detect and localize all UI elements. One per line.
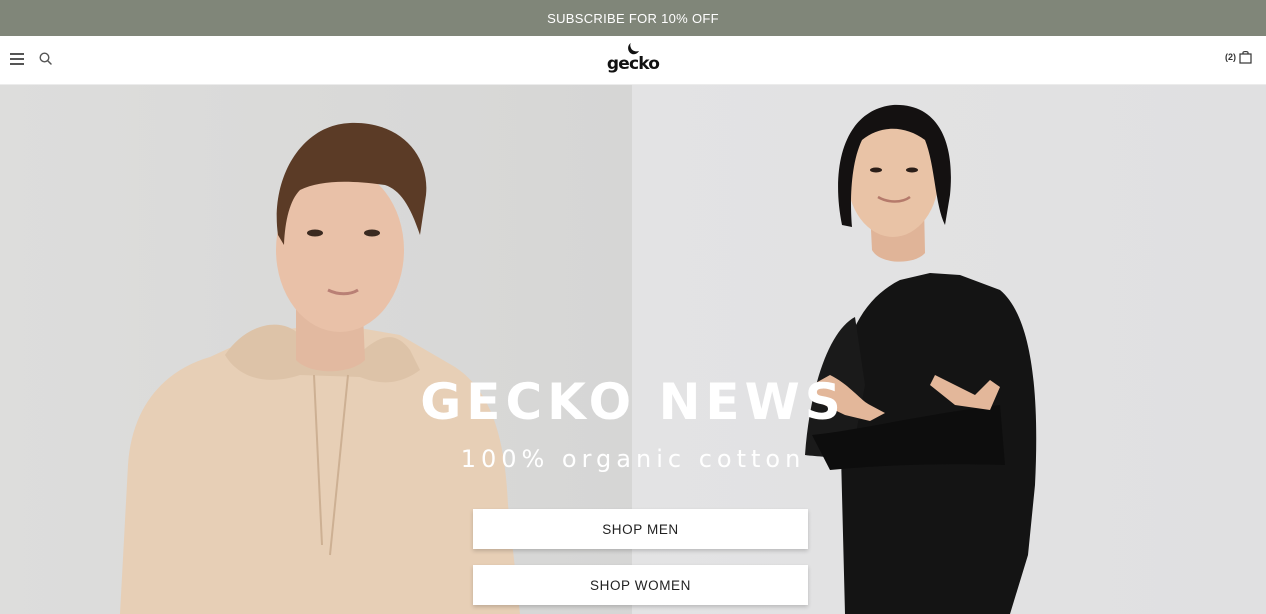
shopping-bag-icon (1239, 50, 1252, 64)
hero-title: GECKO NEWS (420, 373, 846, 431)
cart-count: (2) (1225, 52, 1236, 62)
site-header: gecko (2) (0, 36, 1266, 85)
shop-men-button[interactable]: SHOP MEN (473, 509, 808, 549)
site-logo[interactable]: gecko (603, 40, 663, 80)
shop-women-button[interactable]: SHOP WOMEN (473, 565, 808, 605)
female-model (805, 104, 1037, 614)
promo-text: SUBSCRIBE FOR 10% OFF (547, 10, 719, 26)
search-icon[interactable] (38, 51, 54, 67)
cart-button[interactable]: (2) (1225, 50, 1252, 64)
hero-banner: GECKO NEWS 100% organic cotton SHOP MEN … (0, 85, 1266, 614)
promo-banner[interactable]: SUBSCRIBE FOR 10% OFF (0, 0, 1266, 36)
hero-subtitle: 100% organic cotton (460, 445, 806, 473)
male-model (120, 122, 520, 614)
logo-text: gecko (606, 54, 660, 74)
menu-icon[interactable] (10, 53, 25, 65)
